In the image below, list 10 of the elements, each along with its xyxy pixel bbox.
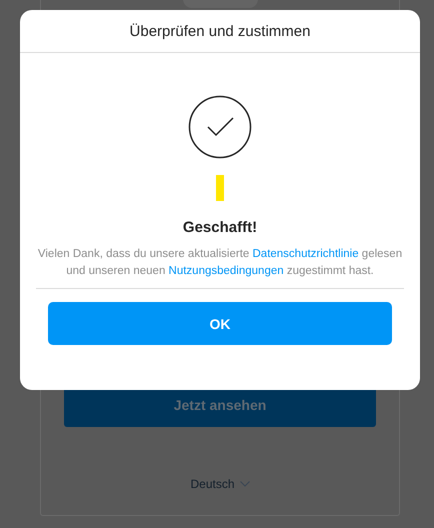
success-heading: Geschafft!	[182, 219, 258, 236]
check-circle-icon	[188, 95, 252, 159]
highlight-bar	[216, 175, 224, 201]
policy-link[interactable]: Datenschutzrichtlinie	[252, 248, 359, 260]
ok-button[interactable]: OK	[48, 302, 392, 345]
chevron-down-icon[interactable]	[240, 481, 250, 487]
language-selector[interactable]: Deutsch	[190, 477, 235, 491]
confirmation-text: Vielen Dank, dass du unsere aktualisierte Datenschutzrichtlinie gelesen und unseren neuen Nutzungsbedingungen zugestimmt hast.	[36, 247, 404, 279]
dialog-title: Überprüfen und zustimmen	[20, 10, 420, 53]
policy-link[interactable]: Nutzungsbedingungen	[168, 265, 284, 277]
